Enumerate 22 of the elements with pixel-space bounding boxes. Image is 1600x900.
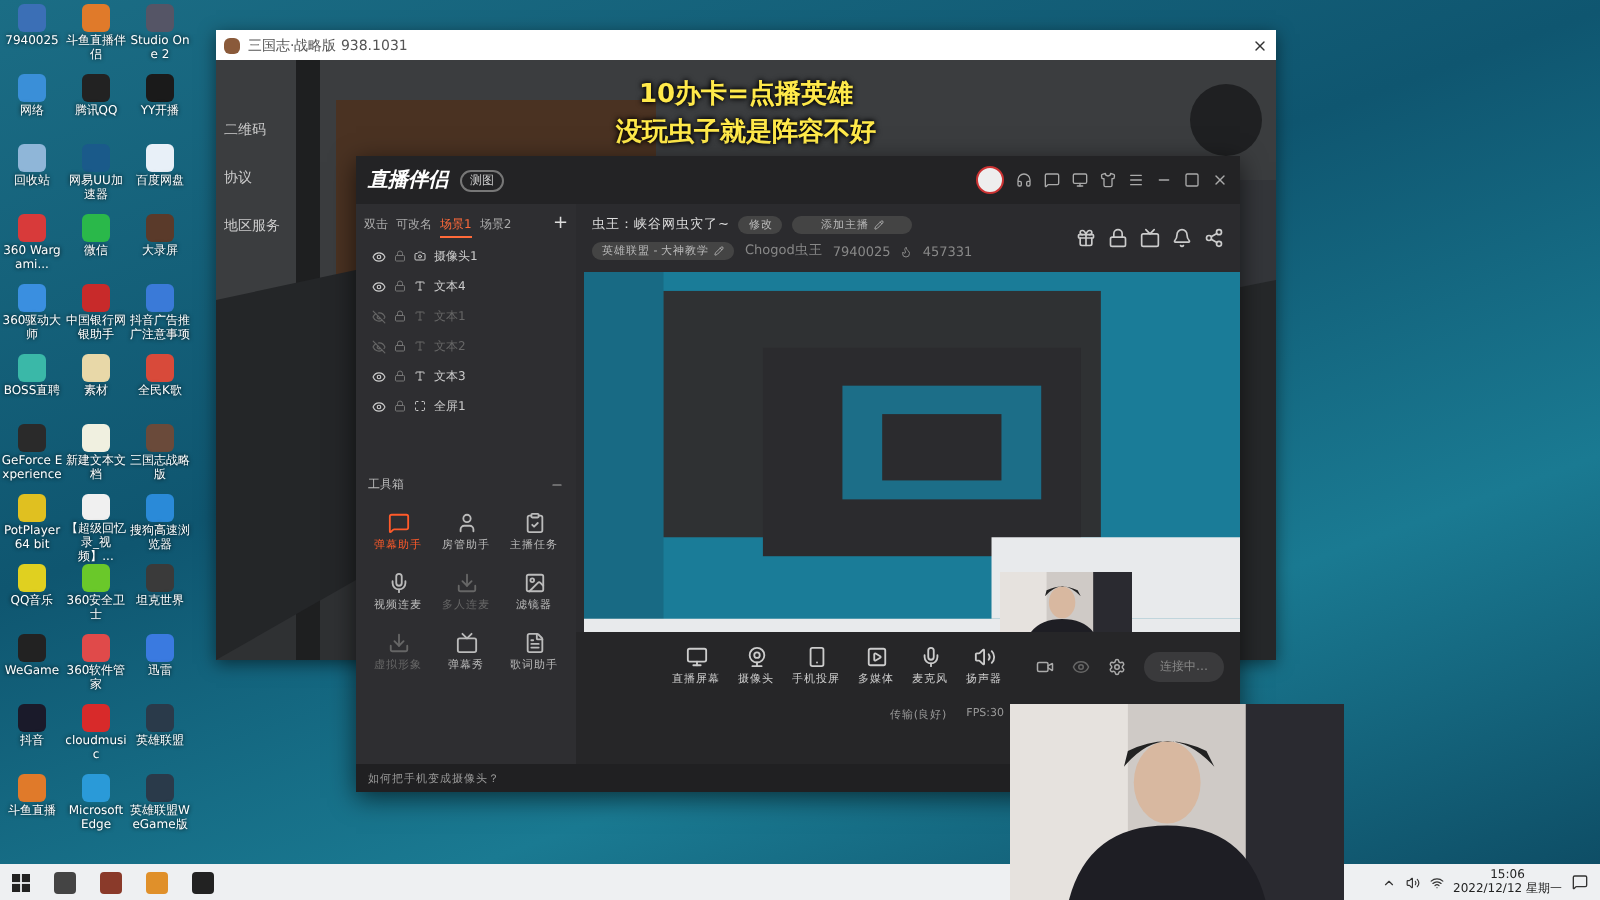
- taskbar-app-icon[interactable]: [192, 871, 214, 893]
- settings-icon[interactable]: [1108, 657, 1126, 675]
- taskbar-app-icon[interactable]: [100, 871, 122, 893]
- app-icon[interactable]: [82, 494, 110, 520]
- app-icon[interactable]: [18, 144, 46, 172]
- chevron-icon[interactable]: [1381, 875, 1395, 889]
- app-icon[interactable]: [146, 144, 174, 172]
- speaker-icon[interactable]: [1405, 875, 1419, 889]
- app-icon[interactable]: [82, 354, 110, 382]
- close-icon[interactable]: [1252, 37, 1268, 53]
- video-icon[interactable]: [1036, 657, 1054, 675]
- app-icon[interactable]: [146, 74, 174, 102]
- windows-icon[interactable]: [12, 873, 30, 891]
- app-icon[interactable]: [18, 494, 46, 522]
- app-icon[interactable]: [18, 354, 46, 382]
- network-icon[interactable]: [1429, 875, 1443, 889]
- app-icon[interactable]: [82, 564, 110, 592]
- taskbar-app-icon[interactable]: [54, 871, 76, 893]
- app-icon[interactable]: [82, 424, 110, 452]
- app-icon[interactable]: [18, 564, 46, 592]
- app-icon: [224, 37, 240, 53]
- notification-icon[interactable]: [1572, 874, 1588, 890]
